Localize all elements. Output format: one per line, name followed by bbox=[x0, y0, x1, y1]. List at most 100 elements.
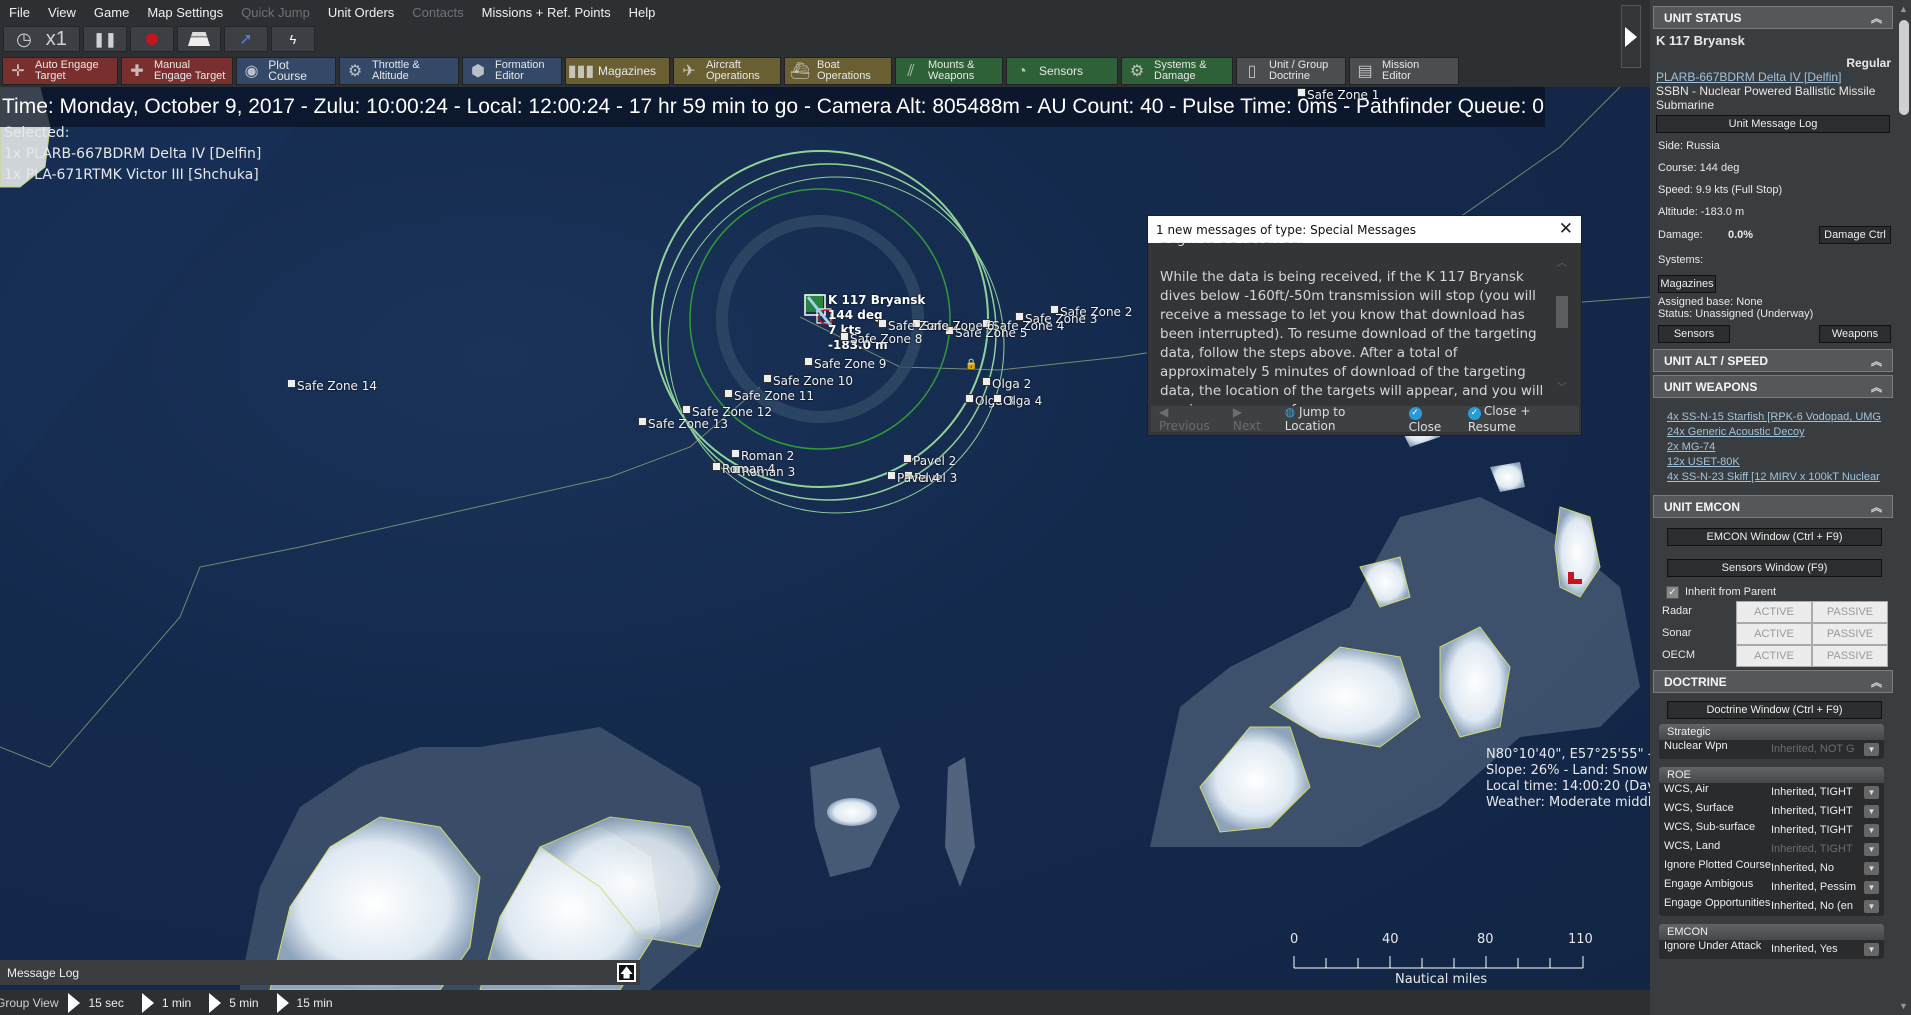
scroll-down-icon[interactable]: ▼ bbox=[1899, 1001, 1908, 1011]
toolbar-button-sensors[interactable]: ◔ Sensors bbox=[1006, 57, 1118, 85]
alt-speed-header[interactable]: UNIT ALT / SPEED ︽ bbox=[1653, 349, 1893, 372]
toolbar-button-manual-engage[interactable]: ✚ Manual Engage Target bbox=[121, 57, 233, 85]
weapon-link[interactable]: 4x SS-N-15 Starfish [RPK-6 Vodopad, UMG bbox=[1667, 410, 1893, 425]
close-button[interactable]: ✓Close bbox=[1408, 404, 1456, 434]
reference-point[interactable]: Safe Zone 9 bbox=[804, 357, 886, 371]
layers-button[interactable] bbox=[177, 26, 221, 52]
dropdown-chevron-icon[interactable]: ▼ bbox=[1864, 943, 1879, 956]
record-button[interactable] bbox=[130, 26, 174, 52]
collapse-panel-button[interactable] bbox=[1621, 5, 1641, 68]
collapse-chevron-icon[interactable]: ︽ bbox=[1871, 674, 1882, 690]
menu-game[interactable]: Game bbox=[85, 5, 138, 20]
reference-point[interactable]: Roman 2 bbox=[731, 449, 794, 463]
dropdown-chevron-icon[interactable]: ▼ bbox=[1864, 881, 1879, 894]
reference-point[interactable]: Roman 4 bbox=[712, 462, 775, 476]
menu-view[interactable]: View bbox=[39, 5, 85, 20]
play-step-icon[interactable] bbox=[276, 992, 289, 1013]
next-button[interactable]: ▶ Next bbox=[1233, 405, 1273, 433]
toolbar-button-mission-editor[interactable]: ▤ Mission Editor bbox=[1349, 57, 1459, 85]
emcon-active-toggle[interactable]: ACTIVE bbox=[1736, 623, 1812, 645]
sensors-window-button[interactable]: Sensors Window (F9) bbox=[1667, 559, 1882, 577]
selected-unit[interactable]: 1x PLARB-667BDRM Delta IV [Delfin] bbox=[4, 144, 261, 165]
toolbar-button-mounts[interactable]: ⫽ Mounts & Weapons bbox=[895, 57, 1003, 85]
collapse-chevron-icon[interactable]: ︽ bbox=[1871, 379, 1882, 395]
menu-unit-orders[interactable]: Unit Orders bbox=[319, 5, 403, 20]
reference-point[interactable]: Safe Zone 8 bbox=[840, 332, 922, 346]
message-log-bar[interactable]: Message Log 🡅 bbox=[0, 960, 640, 985]
reference-point[interactable]: Safe Zone 7 bbox=[878, 319, 960, 333]
dialog-scrollbar[interactable]: ︿ ﹀ bbox=[1555, 254, 1569, 394]
reference-point[interactable]: Pavel 2 bbox=[903, 454, 956, 468]
unit-class-link[interactable]: PLARB-667BDRM Delta IV [Delfin] bbox=[1653, 70, 1893, 84]
play-step-icon[interactable] bbox=[68, 992, 81, 1013]
doctrine-header[interactable]: DOCTRINE ︽ bbox=[1653, 670, 1893, 693]
dropdown-chevron-icon[interactable]: ▼ bbox=[1864, 900, 1879, 913]
redo-button[interactable]: ➚ bbox=[224, 26, 268, 52]
menu-missions[interactable]: Missions + Ref. Points bbox=[473, 5, 620, 20]
emcon-passive-toggle[interactable]: PASSIVE bbox=[1812, 645, 1888, 667]
reference-point[interactable]: Safe Zone 13 bbox=[638, 417, 728, 431]
toolbar-button-systems-gear[interactable]: ⚙ Systems & Damage bbox=[1121, 57, 1233, 85]
expand-up-icon[interactable]: 🡅 bbox=[617, 963, 636, 982]
step-15sec[interactable]: 15 sec bbox=[88, 996, 123, 1010]
dropdown-chevron-icon[interactable]: ▼ bbox=[1864, 786, 1879, 799]
scroll-thumb[interactable] bbox=[1556, 296, 1568, 328]
reference-point[interactable]: Safe Zone 1 bbox=[1297, 88, 1379, 102]
scroll-down-icon[interactable]: ﹀ bbox=[1555, 379, 1569, 394]
previous-button[interactable]: ◀ Previous bbox=[1159, 405, 1221, 433]
menu-help[interactable]: Help bbox=[620, 5, 665, 20]
jump-to-location-button[interactable]: ◍ Jump to Location bbox=[1285, 405, 1397, 433]
toolbar-button-boat[interactable]: ⛴ Boat Operations bbox=[784, 57, 892, 85]
weapons-button[interactable]: Weapons bbox=[1819, 325, 1891, 343]
reference-point[interactable]: Pavel 4 bbox=[887, 471, 940, 485]
toolbar-button-aircraft[interactable]: ✈ Aircraft Operations bbox=[673, 57, 781, 85]
emcon-active-toggle[interactable]: ACTIVE bbox=[1736, 645, 1812, 667]
close-resume-button[interactable]: ✓ Close + Resume bbox=[1467, 404, 1579, 434]
lightning-button[interactable]: ϟ bbox=[271, 26, 315, 52]
emcon-passive-toggle[interactable]: PASSIVE bbox=[1812, 601, 1888, 623]
toolbar-button-formation[interactable]: ⬢ Formation Editor bbox=[462, 57, 562, 85]
menu-file[interactable]: File bbox=[0, 5, 39, 20]
collapse-chevron-icon[interactable]: ︽ bbox=[1871, 499, 1882, 515]
unit-message-log-button[interactable]: Unit Message Log bbox=[1656, 115, 1890, 133]
reference-point[interactable]: Olga 4 bbox=[993, 394, 1042, 408]
toolbar-button-magazines[interactable]: ▮▮▮ Magazines bbox=[565, 57, 670, 85]
collapse-chevron-icon[interactable]: ︽ bbox=[1871, 353, 1882, 369]
inherit-checkbox[interactable]: ✓ bbox=[1666, 586, 1679, 599]
step-1min[interactable]: 1 min bbox=[162, 996, 191, 1010]
weapons-header[interactable]: UNIT WEAPONS ︽ bbox=[1653, 375, 1893, 398]
step-5min[interactable]: 5 min bbox=[229, 996, 258, 1010]
step-15min[interactable]: 15 min bbox=[297, 996, 333, 1010]
menu-contacts[interactable]: Contacts bbox=[403, 5, 472, 20]
emcon-window-button[interactable]: EMCON Window (Ctrl + F9) bbox=[1667, 528, 1882, 546]
doctrine-window-button[interactable]: Doctrine Window (Ctrl + F9) bbox=[1667, 701, 1882, 719]
scroll-up-icon[interactable]: ︿ bbox=[1555, 254, 1569, 269]
weapon-link[interactable]: 12x USET-80K bbox=[1667, 455, 1893, 470]
play-step-icon[interactable] bbox=[209, 992, 222, 1013]
reference-point[interactable]: Olga 2 bbox=[982, 377, 1031, 391]
weapon-link[interactable]: 2x MG-74 bbox=[1667, 440, 1893, 455]
damage-control-button[interactable]: Damage Ctrl bbox=[1819, 226, 1891, 244]
emcon-active-toggle[interactable]: ACTIVE bbox=[1736, 601, 1812, 623]
dropdown-chevron-icon[interactable]: ▼ bbox=[1864, 824, 1879, 837]
unit-status-header[interactable]: UNIT STATUS ︽ bbox=[1653, 6, 1893, 29]
emcon-header[interactable]: UNIT EMCON ︽ bbox=[1653, 495, 1893, 518]
scroll-thumb[interactable] bbox=[1899, 20, 1909, 115]
toolbar-button-throttle[interactable]: ⚙ Throttle & Altitude bbox=[339, 57, 459, 85]
weapon-link[interactable]: 4x SS-N-23 Skiff [12 MIRV x 100kT Nuclea… bbox=[1667, 470, 1893, 485]
weapon-link[interactable]: 24x Generic Acoustic Decoy bbox=[1667, 425, 1893, 440]
toolbar-button-doctrine[interactable]: ▯ Unit / Group Doctrine bbox=[1236, 57, 1346, 85]
sensors-button[interactable]: Sensors bbox=[1658, 325, 1730, 343]
dropdown-chevron-icon[interactable]: ▼ bbox=[1864, 805, 1879, 818]
scroll-up-icon[interactable]: ▲ bbox=[1899, 4, 1908, 14]
menu-map-settings[interactable]: Map Settings bbox=[138, 5, 232, 20]
pause-button[interactable]: ❚❚ bbox=[83, 26, 127, 52]
close-icon[interactable]: ✕ bbox=[1559, 219, 1573, 239]
reference-point[interactable]: Safe Zone 11 bbox=[724, 389, 814, 403]
play-step-icon[interactable] bbox=[141, 992, 154, 1013]
reference-point[interactable]: Safe Zone 10 bbox=[763, 374, 853, 388]
menu-quick-jump[interactable]: Quick Jump bbox=[232, 5, 319, 20]
selected-unit[interactable]: 1x PLA-671RTMK Victor III [Shchuka] bbox=[4, 165, 261, 186]
panel-scrollbar[interactable]: ▲ ▼ bbox=[1897, 0, 1911, 1015]
time-compression-button[interactable]: ◷ x1 bbox=[3, 26, 80, 52]
